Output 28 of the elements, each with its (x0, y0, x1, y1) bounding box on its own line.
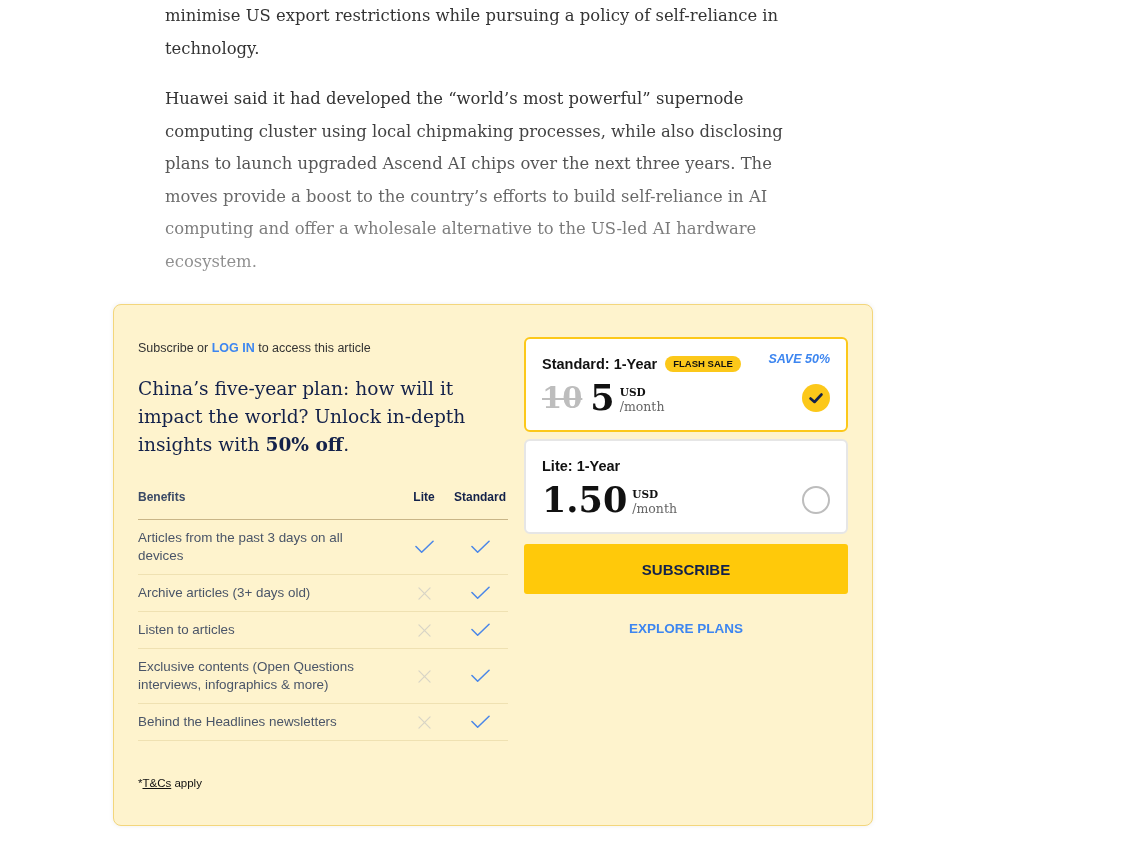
currency-label: USD (619, 385, 647, 399)
article-paragraph: Huawei said it had developed the “world’s most powerful” supernode computing cluster using local chipmaking processes, while also disclosing plans to launch upgraded Ascend AI chips over the next three years. The moves provide a boost to the country’s efforts to build self-reliance in AI computing and offer a wholesale alternative to the US-led AI hardware ecosystem. (165, 88, 784, 273)
plan-price: 5 (590, 378, 615, 418)
period-label: /month (632, 500, 677, 517)
paywall-headline: China’s five-year plan: how will it impact the world? Unlock in-depth insights with 50% off. (138, 377, 467, 457)
column-header: Lite (413, 489, 435, 506)
column-header: Benefits (138, 489, 186, 506)
discount-label: SAVE 50% (768, 352, 830, 366)
article-paragraph: minimise US export restrictions while pursuing a policy of self-reliance in technology. (165, 5, 780, 60)
benefit-label: Behind the Headlines newsletters (138, 713, 338, 731)
original-price: 10 (542, 380, 583, 417)
benefit-label: Articles from the past 3 days on all devices (138, 529, 344, 565)
login-prompt: Subscribe or LOG IN to access this article (138, 340, 372, 357)
benefit-label: Exclusive contents (Open Questions interviews, infographics & more) (138, 658, 355, 694)
benefit-label: Archive articles (3+ days old) (138, 584, 312, 602)
benefit-label: Listen to articles (138, 621, 236, 639)
plan-name: Standard: 1-Year (542, 356, 658, 372)
plan-name: Lite: 1-Year (542, 458, 621, 474)
radio-circle-icon[interactable] (802, 486, 830, 514)
sale-badge: FLASH SALE (665, 356, 741, 372)
currency-label: USD (632, 487, 660, 501)
terms-note: *T&Cs apply (138, 776, 203, 791)
plan-price: 1.50 (542, 480, 628, 520)
period-label: /month (619, 398, 665, 415)
column-header: Standard (454, 489, 506, 506)
terms-link[interactable]: T&Cs (142, 777, 172, 789)
check-circle-icon[interactable] (802, 384, 830, 412)
subscribe-button[interactable]: SUBSCRIBE (524, 544, 848, 594)
